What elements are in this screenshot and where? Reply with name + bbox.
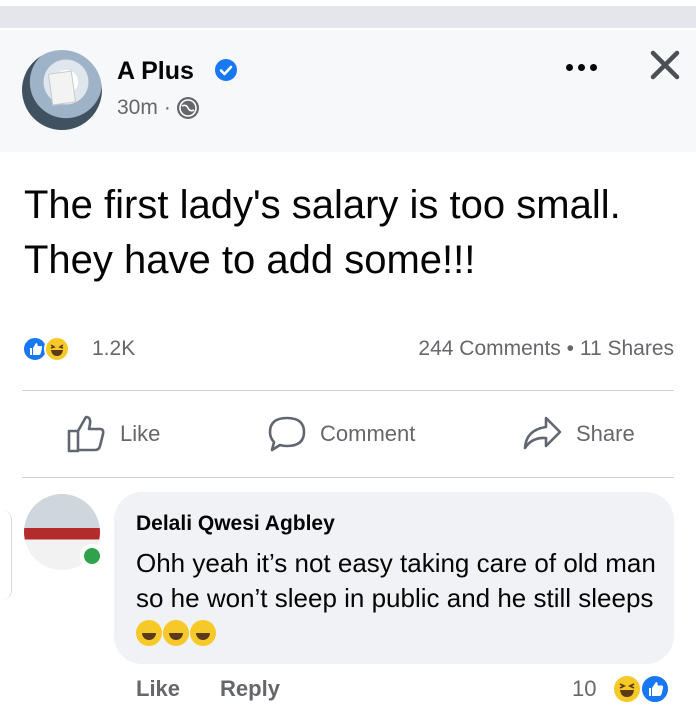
comment-text: Ohh yeah it’s not easy taking care of ol…	[136, 546, 656, 651]
like-reaction-icon[interactable]	[640, 674, 670, 704]
globe-icon	[176, 97, 199, 119]
online-status-icon	[80, 544, 104, 568]
side-panel-edge	[0, 510, 12, 600]
verified-icon	[215, 59, 237, 81]
top-divider	[0, 6, 696, 28]
share-button[interactable]: Share	[522, 392, 635, 476]
share-label: Share	[576, 421, 635, 446]
divider	[22, 390, 674, 391]
comment-bubble[interactable]: Delali Qwesi Agbley Ohh yeah it’s not ea…	[114, 492, 674, 664]
page-avatar[interactable]	[22, 50, 102, 130]
share-icon	[523, 416, 562, 450]
laughing-emoji-icon	[163, 620, 189, 646]
comment-reply-button[interactable]: Reply	[220, 676, 280, 702]
more-icon[interactable]	[564, 58, 600, 78]
comment-icon	[268, 416, 306, 452]
action-bar: Like Comment Share	[22, 392, 674, 476]
post-meta: 30m ·	[117, 96, 199, 120]
like-icon	[67, 415, 105, 453]
comment-actions: Like Reply	[136, 676, 280, 702]
post-text: The first lady's salary is too small. Th…	[24, 183, 621, 282]
reactions-row: 1.2K 244 Comments • 11 Shares	[22, 334, 674, 364]
comment-button[interactable]: Comment	[266, 392, 415, 476]
page-name[interactable]: A Plus	[117, 57, 194, 86]
top-strip	[0, 0, 696, 30]
divider	[22, 477, 674, 478]
meta-separator: ·	[163, 96, 171, 119]
post-header	[0, 30, 696, 152]
post-time[interactable]: 30m	[117, 96, 158, 120]
haha-reaction-icon[interactable]	[44, 336, 70, 362]
comment-like-button[interactable]: Like	[136, 676, 180, 702]
comment-reaction-count[interactable]: 10	[572, 676, 596, 702]
comments-shares-count[interactable]: 244 Comments • 11 Shares	[418, 337, 674, 361]
like-button[interactable]: Like	[66, 392, 160, 476]
like-label: Like	[120, 421, 161, 446]
comment-label: Comment	[320, 421, 416, 446]
haha-reaction-icon[interactable]	[612, 674, 642, 704]
reaction-count[interactable]: 1.2K	[92, 337, 135, 361]
commenter-name[interactable]: Delali Qwesi Agbley	[136, 512, 335, 536]
close-icon[interactable]	[648, 48, 682, 82]
laughing-emoji-icon	[190, 620, 216, 646]
laughing-emoji-icon	[136, 620, 162, 646]
comment-body: Ohh yeah it’s not easy taking care of ol…	[136, 548, 656, 613]
